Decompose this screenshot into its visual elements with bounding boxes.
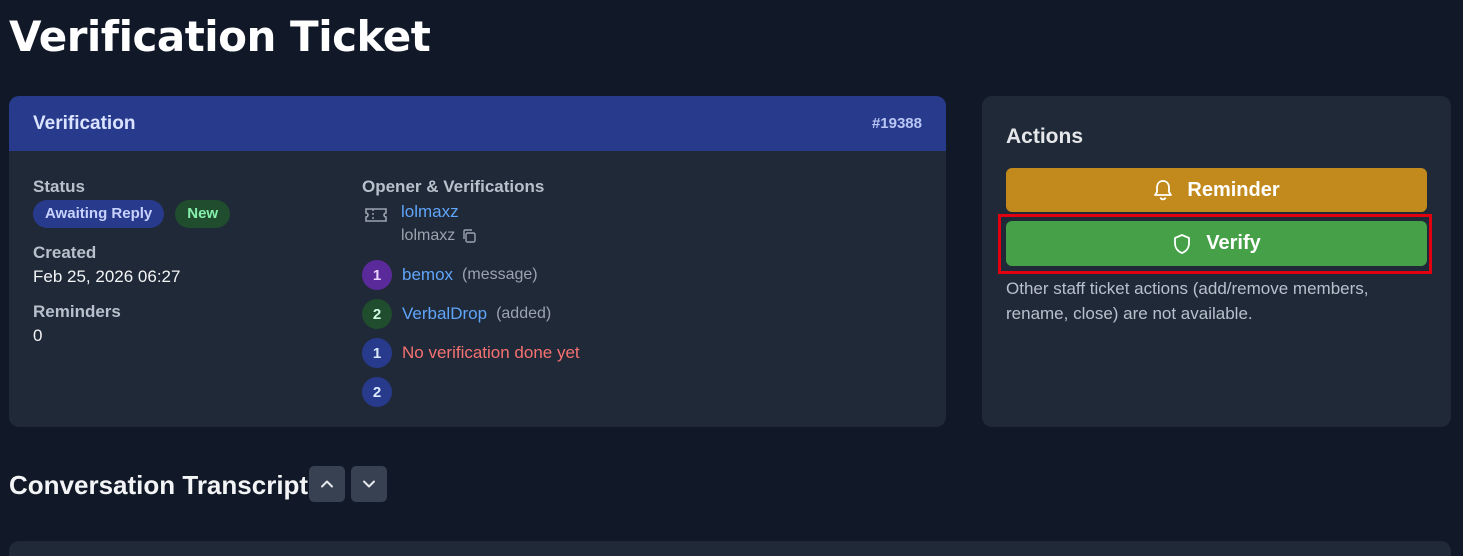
transcript-panel [9,541,1451,556]
ticket-header: Verification #19388 [9,96,946,151]
verification-row: 1 No verification done yet [362,338,580,368]
created-value: Feb 25, 2026 06:27 [33,267,181,286]
verifier-link-bemox[interactable]: bemox [402,265,453,285]
chevron-up-icon [321,480,333,488]
verify-button[interactable]: Verify [1006,221,1427,266]
verification-note: (added) [496,305,552,322]
reminders-value: 0 [33,326,43,345]
verification-number-badge: 2 [362,377,392,407]
verification-row: 1 bemox (message) [362,260,538,290]
scroll-up-button[interactable] [309,466,345,502]
ticket-card: Verification #19388 Status Awaiting Repl… [9,96,946,427]
status-label: Status [33,177,85,196]
verification-number-badge: 2 [362,299,392,329]
shield-icon [1174,233,1191,254]
ticket-type-title: Verification [33,112,136,134]
opener-verifications: Opener & Verifications lolmaxz lolmaxz 1… [362,177,922,407]
status-field: Status Awaiting Reply New [33,177,333,228]
page-title: Verification Ticket [9,12,431,61]
opener-label: Opener & Verifications [362,177,545,196]
verification-row: 2 [362,377,402,407]
actions-note: Other staff ticket actions (add/remove m… [1006,279,1369,323]
status-badge-new: New [175,200,231,228]
ticket-details: Status Awaiting Reply New Created Feb 25… [33,177,333,361]
ticket-number: #19388 [871,115,922,132]
status-badges: Awaiting Reply New [33,200,333,228]
verification-row: 2 VerbalDrop (added) [362,299,551,329]
opener-username: lolmaxz [401,227,477,245]
chevron-down-icon [363,480,375,488]
actions-title: Actions [1006,125,1084,148]
verifier-link-verbaldrop[interactable]: VerbalDrop [402,304,487,324]
verification-note: (message) [462,266,538,283]
ticket-icon [365,208,387,222]
verify-button-label: Verify [1206,232,1261,254]
reminder-button[interactable]: Reminder [1006,168,1427,212]
transcript-title: Conversation Transcript [9,470,309,500]
opener-name-link[interactable]: lolmaxz [401,202,459,222]
no-verification-text: No verification done yet [402,343,580,362]
created-field: Created Feb 25, 2026 06:27 [33,243,333,287]
verification-number-badge: 1 [362,260,392,290]
opener-username-text: lolmaxz [401,227,456,244]
copy-icon[interactable] [461,228,477,244]
verification-number-badge: 1 [362,338,392,368]
reminders-field: Reminders 0 [33,302,333,346]
scroll-down-button[interactable] [351,466,387,502]
actions-card: Actions Reminder Verify Other staff tick… [982,96,1451,427]
bell-icon [1154,180,1173,201]
ticket-body: Status Awaiting Reply New Created Feb 25… [9,151,946,427]
created-label: Created [33,243,97,262]
reminders-label: Reminders [33,302,121,321]
reminder-button-label: Reminder [1187,178,1280,201]
status-badge-awaiting-reply: Awaiting Reply [33,200,165,228]
